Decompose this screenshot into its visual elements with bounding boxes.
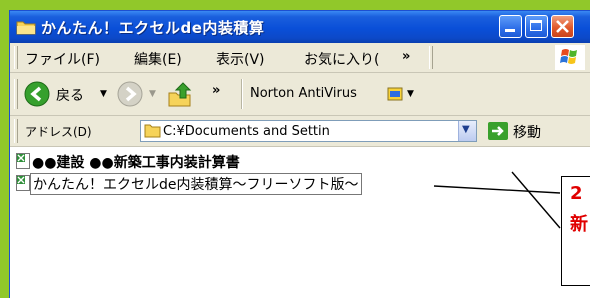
- callout-box: 2 新: [561, 176, 590, 286]
- callout-line-lower: [511, 171, 561, 229]
- callout-text-line2: 新: [570, 214, 588, 235]
- callout-text-line1: 2: [570, 183, 583, 204]
- callout-line-upper: [433, 185, 561, 194]
- callout-leader-lines: [433, 171, 561, 229]
